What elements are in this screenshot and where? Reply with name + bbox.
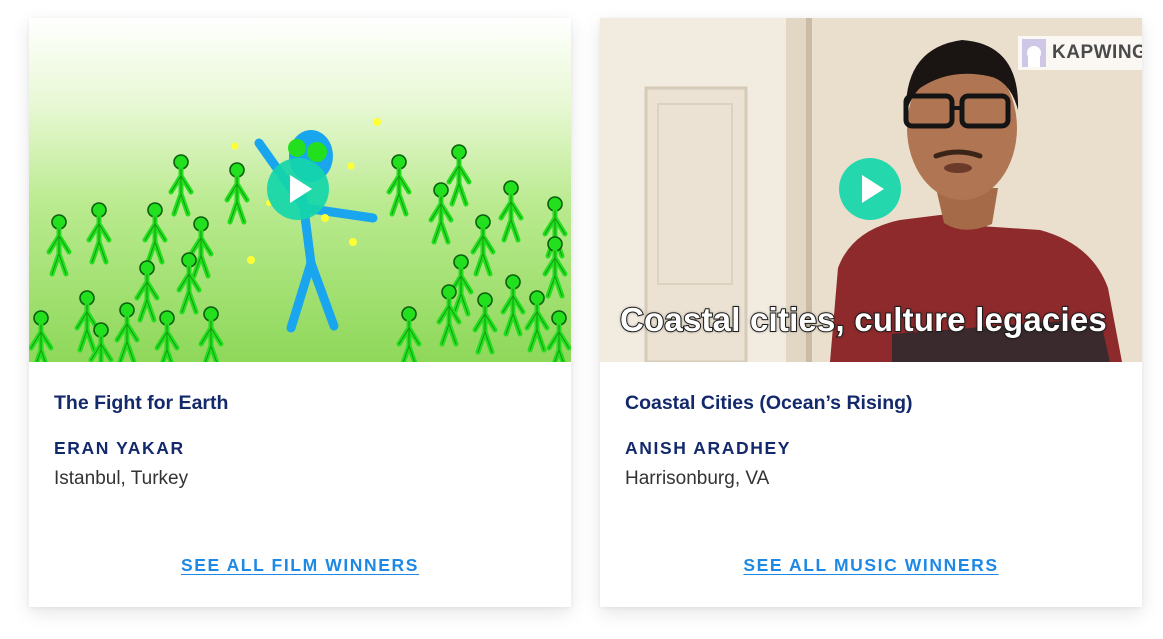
artist-location: Istanbul, Turkey	[54, 468, 189, 489]
see-all-music-winners-link[interactable]: SEE ALL MUSIC WINNERS	[600, 555, 1142, 576]
artist-name: ERAN YAKAR	[54, 438, 185, 458]
play-button[interactable]	[839, 158, 901, 220]
kapwing-logo-icon	[1022, 39, 1046, 67]
video-thumbnail[interactable]	[29, 18, 571, 362]
play-icon	[290, 175, 312, 203]
music-winner-card: KAPWING Coastal cities, culture legacies…	[600, 18, 1142, 607]
play-icon	[862, 175, 884, 203]
video-thumbnail[interactable]: KAPWING Coastal cities, culture legacies	[600, 18, 1142, 362]
artist-location: Harrisonburg, VA	[625, 468, 770, 489]
video-title[interactable]: Coastal Cities (Ocean’s Rising)	[625, 392, 913, 415]
video-title[interactable]: The Fight for Earth	[54, 392, 228, 415]
watermark: KAPWING	[1018, 36, 1142, 70]
film-winner-card: The Fight for Earth ERAN YAKAR Istanbul,…	[29, 18, 571, 607]
play-button[interactable]	[267, 158, 329, 220]
watermark-text: KAPWING	[1052, 42, 1142, 63]
see-all-film-winners-link[interactable]: SEE ALL FILM WINNERS	[29, 555, 571, 576]
artist-name: ANISH ARADHEY	[625, 438, 791, 458]
video-caption: Coastal cities, culture legacies	[619, 300, 1108, 339]
